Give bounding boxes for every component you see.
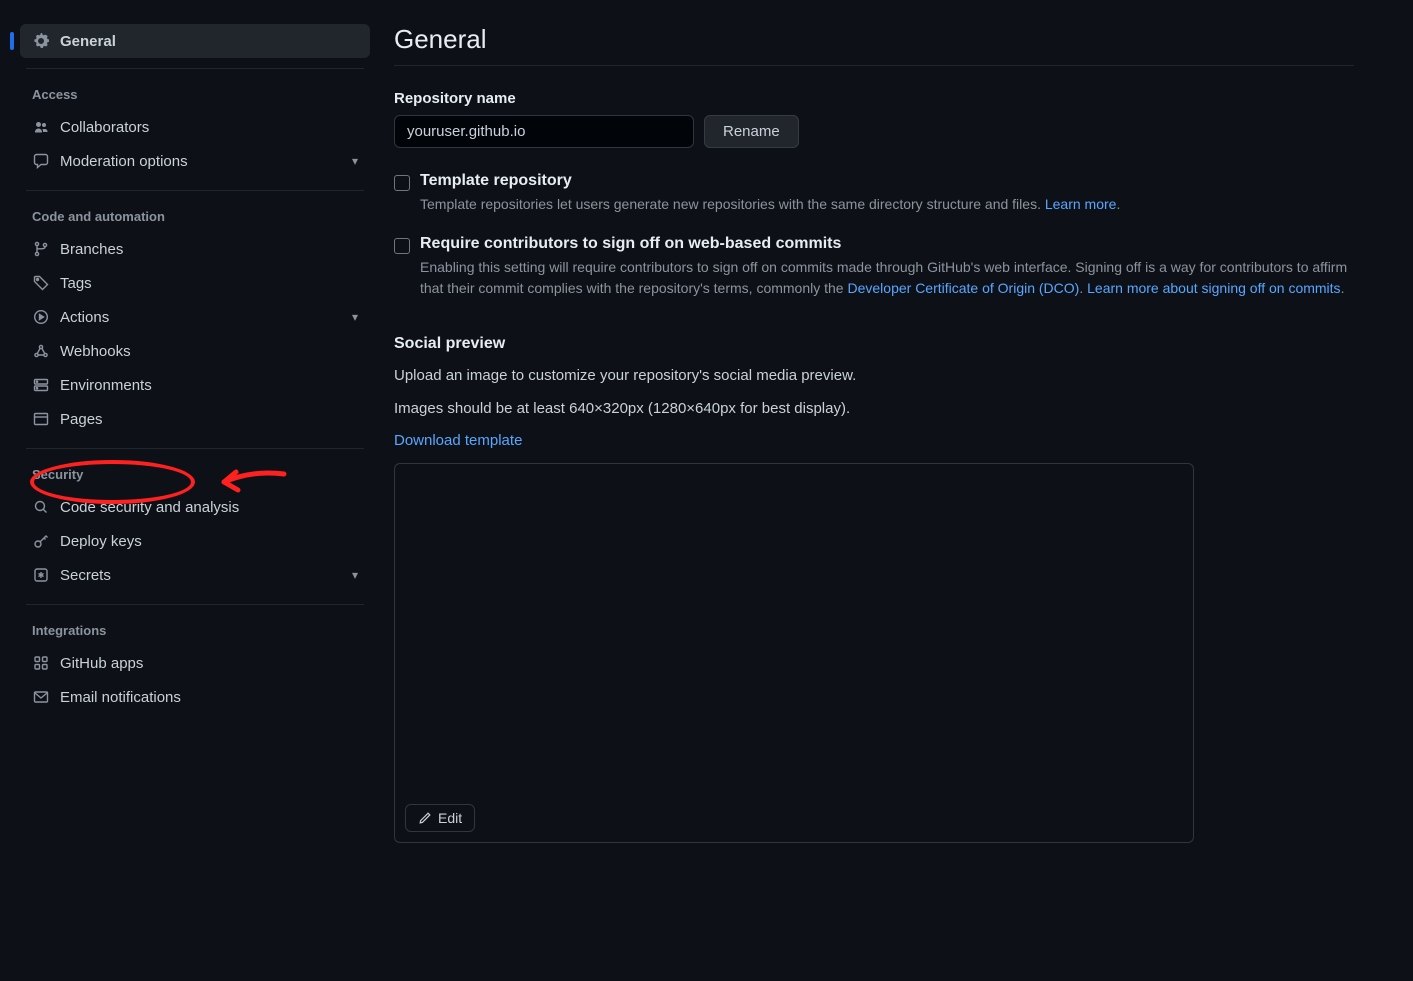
sidebar-label: Code security and analysis: [60, 499, 358, 516]
sidebar-label: Tags: [60, 275, 358, 292]
webhook-icon: [32, 342, 50, 360]
scan-icon: [32, 498, 50, 516]
sidebar-item-general[interactable]: General: [20, 24, 370, 58]
divider: [26, 190, 364, 191]
divider: [26, 604, 364, 605]
sidebar-item-branches[interactable]: Branches: [20, 232, 370, 266]
signoff-checkbox[interactable]: [394, 238, 410, 254]
sidebar-item-moderation[interactable]: Moderation options ▾: [20, 144, 370, 178]
asterisk-icon: [32, 566, 50, 584]
sidebar-item-actions[interactable]: Actions ▾: [20, 300, 370, 334]
sidebar-item-pages[interactable]: Pages: [20, 402, 370, 436]
sidebar-label: Branches: [60, 241, 358, 258]
social-preview-box: Edit: [394, 463, 1194, 843]
comment-icon: [32, 152, 50, 170]
sidebar-label: Deploy keys: [60, 533, 358, 550]
sidebar-item-secrets[interactable]: Secrets ▾: [20, 558, 370, 592]
dco-link[interactable]: Developer Certificate of Origin (DCO): [847, 280, 1079, 296]
sidebar-item-deploy-keys[interactable]: Deploy keys: [20, 524, 370, 558]
mail-icon: [32, 688, 50, 706]
gear-icon: [32, 32, 50, 50]
sidebar-item-email-notifications[interactable]: Email notifications: [20, 680, 370, 714]
sidebar-heading-security: Security: [20, 459, 370, 490]
template-repo-checkbox[interactable]: [394, 175, 410, 191]
repo-name-label: Repository name: [394, 90, 1354, 107]
key-icon: [32, 532, 50, 550]
sidebar-item-collaborators[interactable]: Collaborators: [20, 110, 370, 144]
sidebar-heading-code: Code and automation: [20, 201, 370, 232]
edit-label: Edit: [438, 810, 462, 826]
sidebar-item-code-security[interactable]: Code security and analysis: [20, 490, 370, 524]
pencil-icon: [418, 811, 432, 825]
template-repo-desc: Template repositories let users generate…: [420, 194, 1120, 215]
sidebar-label: Webhooks: [60, 343, 358, 360]
page-title: General: [394, 24, 1354, 66]
sidebar-heading-access: Access: [20, 79, 370, 110]
sidebar-label: GitHub apps: [60, 655, 358, 672]
sidebar-label: Email notifications: [60, 689, 358, 706]
sidebar-label: Environments: [60, 377, 358, 394]
tag-icon: [32, 274, 50, 292]
sidebar-item-environments[interactable]: Environments: [20, 368, 370, 402]
chevron-down-icon: ▾: [352, 568, 358, 582]
sidebar-label: Collaborators: [60, 119, 358, 136]
apps-icon: [32, 654, 50, 672]
play-circle-icon: [32, 308, 50, 326]
chevron-down-icon: ▾: [352, 310, 358, 324]
settings-main: General Repository name Rename Template …: [394, 24, 1354, 843]
sidebar-heading-integrations: Integrations: [20, 615, 370, 646]
download-template-link[interactable]: Download template: [394, 432, 522, 449]
browser-icon: [32, 410, 50, 428]
template-learn-more-link[interactable]: Learn more: [1045, 196, 1117, 212]
sidebar-label: General: [60, 33, 358, 50]
divider: [26, 68, 364, 69]
sidebar-label: Secrets: [60, 567, 342, 584]
sidebar-label: Pages: [60, 411, 358, 428]
sidebar-item-github-apps[interactable]: GitHub apps: [20, 646, 370, 680]
sidebar-item-tags[interactable]: Tags: [20, 266, 370, 300]
signoff-title: Require contributors to sign off on web-…: [420, 235, 1354, 253]
server-icon: [32, 376, 50, 394]
chevron-down-icon: ▾: [352, 154, 358, 168]
signoff-desc: Enabling this setting will require contr…: [420, 257, 1354, 299]
social-preview-desc1: Upload an image to customize your reposi…: [394, 365, 1354, 388]
settings-sidebar: General Access Collaborators Moderation …: [20, 24, 370, 843]
people-icon: [32, 118, 50, 136]
sidebar-item-webhooks[interactable]: Webhooks: [20, 334, 370, 368]
rename-button[interactable]: Rename: [704, 115, 799, 148]
repo-name-input[interactable]: [394, 115, 694, 148]
template-repo-title: Template repository: [420, 172, 1120, 190]
branch-icon: [32, 240, 50, 258]
signoff-learn-more-link[interactable]: Learn more about signing off on commits: [1087, 280, 1340, 296]
social-preview-title: Social preview: [394, 335, 1354, 353]
sidebar-label: Actions: [60, 309, 342, 326]
edit-preview-button[interactable]: Edit: [405, 804, 475, 832]
sidebar-label: Moderation options: [60, 153, 342, 170]
social-preview-desc2: Images should be at least 640×320px (128…: [394, 398, 1354, 421]
divider: [26, 448, 364, 449]
